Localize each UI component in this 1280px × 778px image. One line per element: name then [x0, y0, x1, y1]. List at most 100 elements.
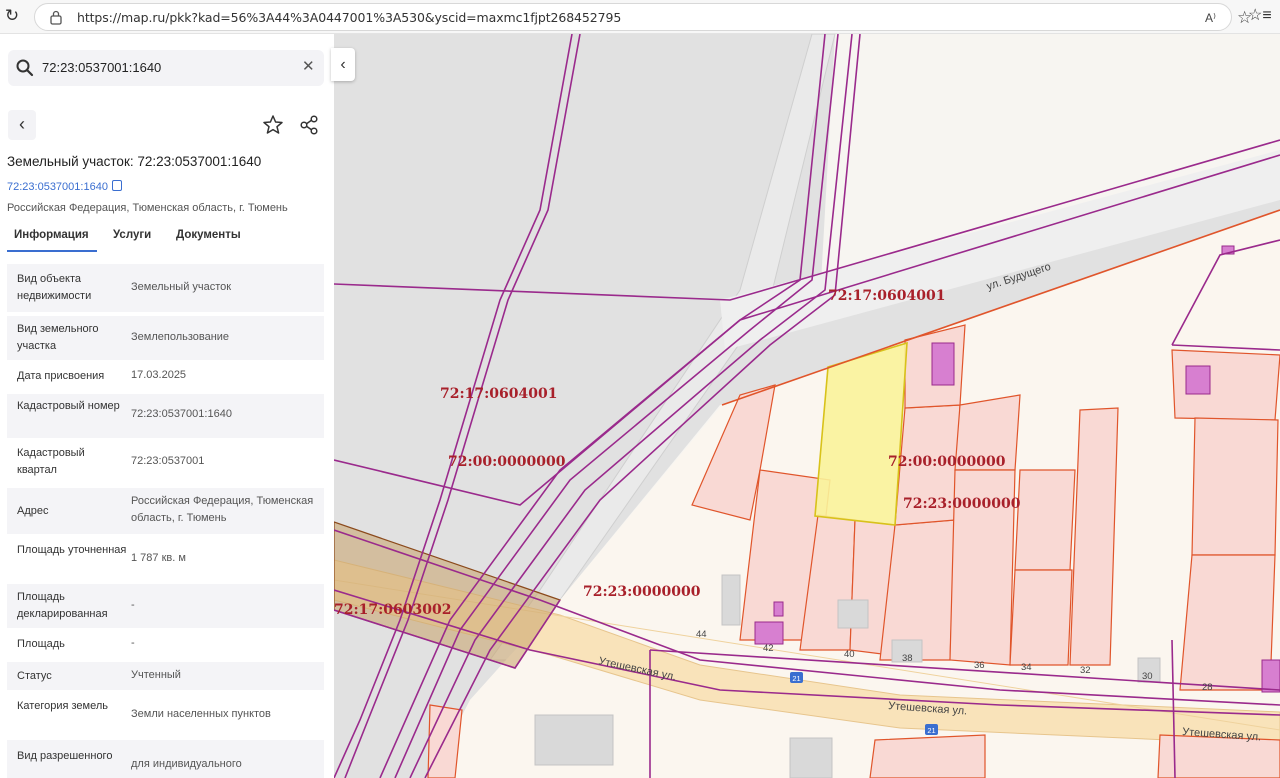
building	[534, 714, 614, 766]
browser-toolbar: ↻ https://map.ru/pkk?kad=56%3A44%3A04470…	[0, 0, 1280, 34]
info-value: Землепользование	[131, 331, 230, 343]
house-number: 40	[844, 649, 855, 660]
house-number: 42	[763, 643, 774, 654]
cadastral-map[interactable]: 72:17:0604001 72:17:0604001 72:00:000000…	[334, 34, 1280, 778]
object-number-link[interactable]: 72:23:0537001:1640	[7, 180, 122, 193]
tab-bar: Информация Услуги Документы	[0, 224, 334, 254]
info-panel: 72:23:0537001:1640 ✕ ‹ Земельный участок…	[0, 34, 334, 778]
building	[773, 601, 784, 617]
info-row: Адрес Российская Федерация, Тюменская об…	[7, 488, 324, 534]
info-row: Кадастровый квартал 72:23:0537001	[7, 438, 324, 488]
info-row: Кадастровый номер 72:23:0537001:1640	[7, 394, 324, 438]
object-address: Российская Федерация, Тюменская область,…	[7, 202, 288, 214]
info-label: Кадастровый квартал	[17, 447, 85, 476]
house-number: 28	[1202, 682, 1213, 693]
route-number: 21	[792, 674, 800, 683]
close-icon[interactable]: ✕	[302, 57, 315, 75]
info-table: Вид объекта недвижимости Земельный участ…	[7, 264, 324, 778]
parcel[interactable]	[1009, 569, 1073, 666]
house-number: 44	[696, 629, 707, 640]
info-value: для индивидуального	[131, 758, 242, 770]
building	[1185, 365, 1211, 395]
object-title: Земельный участок: 72:23:0537001:1640	[7, 154, 262, 169]
cadastral-label: 72:17:0604001	[828, 288, 946, 304]
read-aloud-icon[interactable]: A⁾	[1205, 11, 1216, 25]
info-value: Земельный участок	[131, 281, 232, 293]
active-tab-indicator	[7, 250, 97, 252]
info-label: Вид объекта недвижимости	[17, 273, 92, 302]
info-label: Адрес	[17, 505, 49, 517]
route-number: 21	[927, 726, 935, 735]
cadastral-label: 72:00:0000000	[448, 454, 566, 470]
back-button[interactable]: ‹	[8, 110, 36, 140]
info-label: Вид разрешенного	[17, 750, 113, 762]
house-number: 38	[902, 653, 913, 664]
building	[837, 599, 869, 629]
house-number: 36	[974, 660, 985, 671]
info-row: Площадь декларированная -	[7, 584, 324, 628]
info-label: Дата присвоения	[17, 370, 105, 382]
building	[931, 342, 955, 386]
info-value: 72:23:0537001:1640	[131, 408, 232, 420]
house-number: 34	[1021, 662, 1032, 673]
info-value: Российская Федерация, Тюменская область,…	[131, 495, 314, 524]
info-row: Площадь уточненная 1 787 кв. м	[7, 534, 324, 584]
info-label: Вид земельного участка	[17, 323, 99, 352]
tab-documents[interactable]: Документы	[176, 229, 241, 241]
info-row: Категория земель Земли населенных пункто…	[7, 690, 324, 740]
collapse-panel-button[interactable]: ‹	[331, 48, 355, 81]
info-label: Категория земель	[17, 700, 108, 712]
cadastral-label: 72:23:0000000	[583, 584, 701, 600]
info-row: Статус Учтенный	[7, 662, 324, 690]
info-row: Вид объекта недвижимости Земельный участ…	[7, 264, 324, 312]
reload-icon[interactable]: ↻	[2, 6, 22, 26]
bus-stop-icon[interactable]: 21	[925, 724, 938, 735]
map-canvas[interactable]: 72:17:0604001 72:17:0604001 72:00:000000…	[334, 34, 1280, 778]
share-icon[interactable]	[296, 112, 322, 138]
copy-icon[interactable]	[111, 180, 122, 191]
info-value: 72:23:0537001	[131, 455, 205, 467]
info-row: Вид земельного участка Землепользование	[7, 316, 324, 360]
cadastral-label: 72:17:0604001	[440, 386, 558, 402]
info-label: Статус	[17, 670, 52, 682]
info-row: Площадь -	[7, 628, 324, 662]
favorites-list-icon[interactable]: ☆≡	[1248, 5, 1272, 25]
building	[789, 737, 833, 778]
bus-stop-icon[interactable]: 21	[790, 672, 803, 683]
info-value: 1 787 кв. м	[131, 552, 186, 564]
info-value: Земли населенных пунктов	[131, 708, 271, 720]
cadastral-label: 72:00:0000000	[888, 454, 1006, 470]
info-row: Вид разрешенного для индивидуального	[7, 740, 324, 778]
building	[754, 621, 784, 645]
cadastral-label: 72:17:0603002	[334, 602, 452, 618]
address-bar[interactable]: https://map.ru/pkk?kad=56%3A44%3A0447001…	[34, 3, 1252, 31]
object-number[interactable]: 72:23:0537001:1640	[7, 181, 108, 193]
search-input[interactable]: 72:23:0537001:1640	[42, 60, 161, 75]
info-value: -	[131, 599, 135, 611]
house-number: 30	[1142, 671, 1153, 682]
search-icon[interactable]	[15, 58, 35, 78]
info-label: Площадь уточненная	[17, 544, 127, 556]
info-value: -	[131, 637, 135, 649]
parcel[interactable]	[1157, 734, 1280, 778]
building	[721, 574, 741, 626]
lock-icon[interactable]	[49, 9, 63, 25]
tab-services[interactable]: Услуги	[113, 229, 151, 241]
house-number: 32	[1080, 665, 1091, 676]
parcel[interactable]	[1191, 417, 1279, 556]
star-icon[interactable]	[260, 112, 286, 138]
info-label: Площадь декларированная	[17, 591, 108, 620]
info-label: Площадь	[17, 638, 65, 650]
search-box[interactable]: 72:23:0537001:1640 ✕	[8, 50, 324, 86]
info-value: Учтенный	[131, 669, 181, 681]
parcel[interactable]	[1179, 554, 1276, 691]
building	[1261, 659, 1280, 693]
cadastral-label: 72:23:0000000	[903, 496, 1021, 512]
parcel[interactable]	[869, 734, 986, 778]
info-value: 17.03.2025	[131, 369, 187, 381]
address-url[interactable]: https://map.ru/pkk?kad=56%3A44%3A0447001…	[77, 10, 621, 25]
selected-parcel[interactable]	[814, 341, 908, 526]
tab-information[interactable]: Информация	[14, 229, 89, 241]
parcel[interactable]	[1014, 469, 1076, 571]
info-label: Кадастровый номер	[17, 400, 120, 412]
